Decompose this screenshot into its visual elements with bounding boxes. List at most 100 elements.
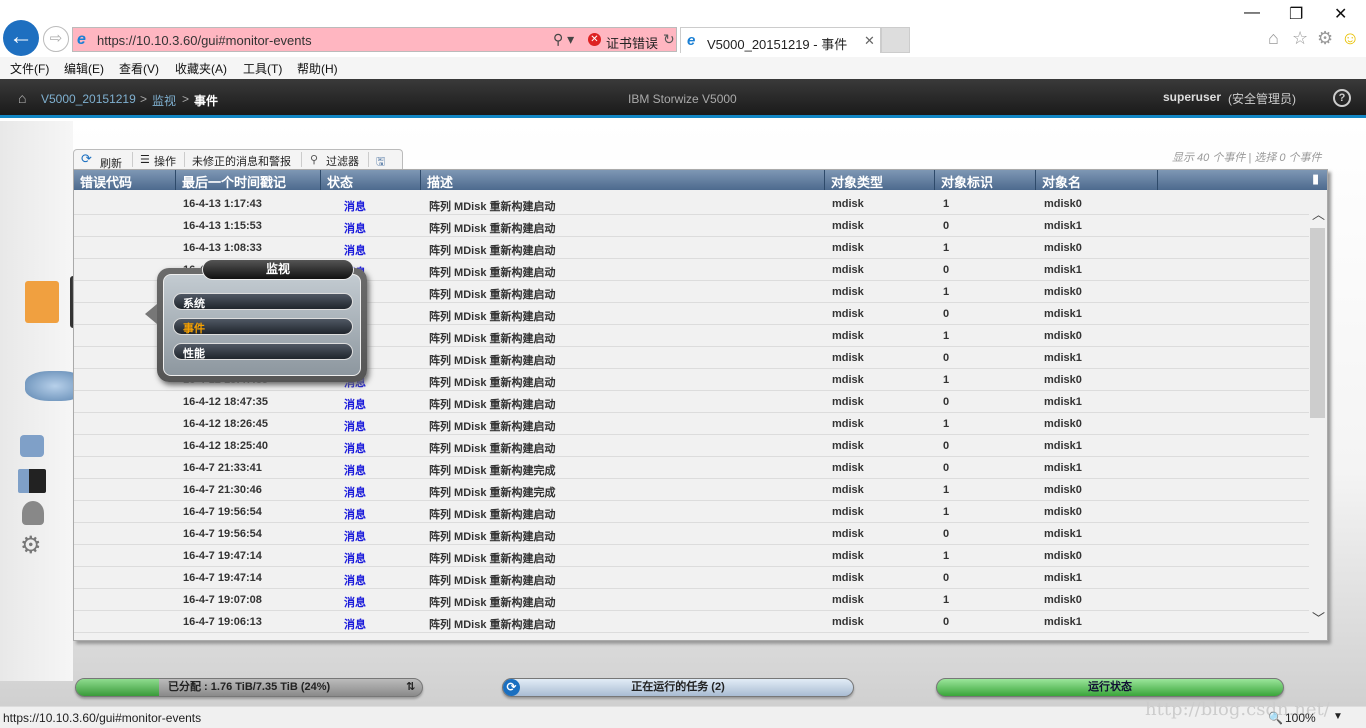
cell-timestamp: 16-4-13 1:08:33 [183,242,262,254]
toggle-arrows-icon[interactable]: ⇅ [406,679,415,696]
home-icon[interactable]: ⌂ [1268,28,1279,49]
filter-search-icon[interactable]: ⚲ [310,153,318,166]
smiley-feedback-icon[interactable]: ☺ [1341,28,1359,49]
actions-button[interactable]: 操作 [154,153,176,169]
filter-select[interactable]: 未修正的消息和警报 [192,153,291,169]
health-status-bar[interactable]: 运行状态 [936,678,1284,697]
refresh-icon[interactable]: ⟳ [81,151,92,167]
cell-status[interactable]: 消息 [344,242,366,258]
breadcrumb-system[interactable]: V5000_20151219 [41,92,136,106]
cell-description: 阵列 MDisk 重新构建启动 [429,575,556,587]
filter-button[interactable]: 过滤器 [326,153,359,169]
table-row[interactable]: 16-4-7 19:47:14 消息 阵列 MDisk 重新构建启动 mdisk 1 md… [74,545,1310,567]
cell-status[interactable]: 消息 [344,440,366,456]
help-icon[interactable]: ? [1333,89,1351,107]
close-window-icon[interactable]: ✕ [1334,4,1347,24]
column-error-code[interactable]: 错误代码 [74,170,176,190]
column-object-type[interactable]: 对象类型 [825,170,935,190]
cell-object-id: 1 [943,484,950,496]
scroll-up-icon[interactable]: ︿ [1312,204,1325,223]
cell-status[interactable]: 消息 [344,396,366,412]
actions-list-icon[interactable]: ☰ [140,153,150,166]
cell-object-id: 0 [943,616,950,628]
cell-object-type: mdisk [832,242,864,254]
menu-help[interactable]: 帮助(H) [297,60,338,77]
back-button[interactable]: ← [3,20,39,56]
url-text[interactable]: https://10.10.3.60/gui#monitor-events [97,33,312,48]
table-row[interactable]: 16-4-7 21:33:41 消息 阵列 MDisk 重新构建完成 mdisk 0 md… [74,457,1310,479]
table-row[interactable]: 16-4-7 19:06:13 消息 阵列 MDisk 重新构建启动 mdisk 0 md… [74,611,1310,633]
table-row[interactable]: 16-4-12 18:26:45 消息 阵列 MDisk 重新构建启动 mdisk 1 m… [74,413,1310,435]
table-row[interactable]: 16-4-7 19:56:54 消息 阵列 MDisk 重新构建启动 mdisk 1 md… [74,501,1310,523]
settings-icon[interactable]: ⚙ [20,534,46,558]
menu-edit[interactable]: 编辑(E) [64,60,104,77]
column-description[interactable]: 描述 [421,170,825,190]
cell-timestamp: 16-4-7 19:47:14 [183,572,262,584]
search-icon[interactable]: ⚲ ▾ [553,31,574,48]
cell-object-id: 0 [943,440,950,452]
cell-status[interactable]: 消息 [344,528,366,544]
favorites-star-icon[interactable]: ☆ [1292,28,1308,49]
table-row[interactable]: 16-4-7 21:30:46 消息 阵列 MDisk 重新构建完成 mdisk 1 md… [74,479,1310,501]
capacity-bar[interactable]: 已分配 : 1.76 TiB/7.35 TiB (24%) ⇅ [75,678,423,697]
menu-tools[interactable]: 工具(T) [243,60,282,77]
cell-status[interactable]: 消息 [344,572,366,588]
table-row[interactable]: 16-4-13 1:15:53 消息 阵列 MDisk 重新构建启动 mdisk 0 md… [74,215,1310,237]
cell-object-name: mdisk0 [1044,198,1082,210]
monitor-events-icon[interactable] [25,281,59,323]
cell-object-type: mdisk [832,616,864,628]
browser-tab[interactable]: e V5000_20151219 - 事件 ✕ [680,27,881,53]
table-row[interactable]: 16-4-7 19:56:54 消息 阵列 MDisk 重新构建启动 mdisk 0 md… [74,523,1310,545]
zoom-level[interactable]: 100% [1285,711,1316,725]
username[interactable]: superuser [1163,90,1221,104]
close-tab-icon[interactable]: ✕ [864,33,875,49]
home-icon[interactable]: ⌂ [18,90,26,106]
settings-gear-icon[interactable]: ⚙ [1317,28,1333,49]
volumes-icon[interactable] [20,435,44,457]
scrollbar-thumb[interactable] [1310,228,1325,418]
cell-object-name: mdisk1 [1044,308,1082,320]
popup-item-events[interactable]: 事件 [173,318,353,335]
refresh-page-icon[interactable]: ↻ [663,31,675,48]
minimize-icon[interactable]: — [1244,4,1260,22]
popup-item-system[interactable]: 系统 [173,293,353,310]
cert-error-label[interactable]: 证书错误 [606,33,658,52]
zoom-dropdown-icon[interactable]: ▼ [1333,711,1343,722]
table-row[interactable]: 16-4-7 19:07:08 消息 阵列 MDisk 重新构建启动 mdisk 1 md… [74,589,1310,611]
new-tab-button[interactable] [881,27,910,53]
cell-status[interactable]: 消息 [344,198,366,214]
column-status[interactable]: 状态 [321,170,421,190]
cell-status[interactable]: 消息 [344,462,366,478]
cell-status[interactable]: 消息 [344,484,366,500]
column-chooser-icon[interactable]: ▮ [1312,171,1319,187]
table-row[interactable]: 16-4-7 19:47:14 消息 阵列 MDisk 重新构建启动 mdisk 0 md… [74,567,1310,589]
table-row[interactable]: 16-4-13 1:17:43 消息 阵列 MDisk 重新构建启动 mdisk 1 md… [74,193,1310,215]
table-row[interactable]: 16-4-13 1:08:33 消息 阵列 MDisk 重新构建启动 mdisk 1 md… [74,237,1310,259]
cell-status[interactable]: 消息 [344,616,366,632]
column-timestamp[interactable]: 最后一个时间戳记 [176,170,321,190]
access-lock-icon[interactable] [22,501,44,525]
popup-item-performance[interactable]: 性能 [173,343,353,360]
menu-favorites[interactable]: 收藏夹(A) [175,60,227,77]
running-tasks-bar[interactable]: ⟳ 正在运行的任务 (2) [502,678,854,697]
table-row[interactable]: 16-4-12 18:47:35 消息 阵列 MDisk 重新构建启动 mdisk 0 m… [74,391,1310,413]
scroll-down-icon[interactable]: ﹀ [1312,608,1325,627]
cell-status[interactable]: 消息 [344,550,366,566]
column-object-name[interactable]: 对象名 [1036,170,1158,190]
menu-view[interactable]: 查看(V) [119,60,159,77]
zoom-icon[interactable]: 🔍 [1268,711,1283,725]
cell-status[interactable]: 消息 [344,506,366,522]
cell-status[interactable]: 消息 [344,594,366,610]
cert-error-icon[interactable]: ✕ [588,33,601,46]
address-bar[interactable]: e https://10.10.3.60/gui#monitor-events … [72,27,677,52]
breadcrumb-monitor[interactable]: 监视 [152,92,176,109]
cell-status[interactable]: 消息 [344,220,366,236]
column-object-id[interactable]: 对象标识 [935,170,1036,190]
cell-description: 阵列 MDisk 重新构建启动 [429,355,556,367]
menu-file[interactable]: 文件(F) [10,60,49,77]
hosts-icon[interactable] [18,469,46,493]
table-row[interactable]: 16-4-12 18:25:40 消息 阵列 MDisk 重新构建启动 mdisk 0 m… [74,435,1310,457]
cell-status[interactable]: 消息 [344,418,366,434]
restore-icon[interactable]: ❐ [1289,4,1303,24]
forward-button[interactable]: ⇨ [43,26,69,52]
